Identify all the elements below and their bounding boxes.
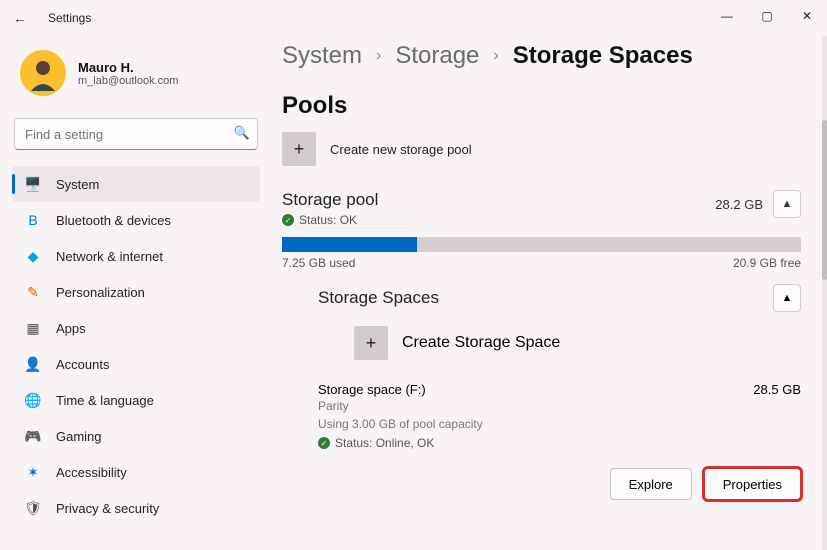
sidebar-item-label: System xyxy=(56,177,99,192)
usage-bar xyxy=(282,237,801,252)
chevron-up-icon: ▲ xyxy=(782,198,793,210)
check-icon: ✓ xyxy=(318,437,330,449)
sidebar-item-label: Personalization xyxy=(56,285,145,300)
sidebar-item-label: Bluetooth & devices xyxy=(56,213,171,228)
sidebar-item-label: Gaming xyxy=(56,429,102,444)
sidebar-item-system[interactable]: 🖥️ System xyxy=(12,166,260,202)
sidebar-item-gaming[interactable]: 🎮 Gaming xyxy=(12,418,260,454)
sidebar-icon: ✎ xyxy=(24,283,42,301)
sidebar-icon: 🎮 xyxy=(24,427,42,445)
scrollbar-track xyxy=(822,36,827,550)
sidebar-item-label: Accessibility xyxy=(56,465,127,480)
sidebar-icon: 👤 xyxy=(24,355,42,373)
plus-icon[interactable]: + xyxy=(282,132,316,166)
pool-size: 28.2 GB xyxy=(715,197,763,212)
sidebar-icon: 🖥️ xyxy=(24,175,42,193)
maximize-button[interactable]: ▢ xyxy=(747,0,787,32)
search-icon: 🔍 xyxy=(234,125,250,141)
minimize-button[interactable]: ― xyxy=(707,0,747,32)
profile-block[interactable]: Mauro H. m_lab@outlook.com xyxy=(12,44,260,114)
space-size: 28.5 GB xyxy=(753,382,801,397)
create-pool-label: Create new storage pool xyxy=(330,142,472,157)
chevron-up-icon: ▲ xyxy=(782,292,793,304)
explore-button[interactable]: Explore xyxy=(610,468,692,500)
usage-bar-fill xyxy=(282,237,417,252)
sidebar-icon: ▦ xyxy=(24,319,42,337)
pool-status: Status: OK xyxy=(299,213,357,227)
sidebar-icon: ✶ xyxy=(24,463,42,481)
space-usage: Using 3.00 GB of pool capacity xyxy=(318,415,801,433)
collapse-pool-button[interactable]: ▲ xyxy=(773,190,801,218)
breadcrumb: System › Storage › Storage Spaces xyxy=(282,42,801,70)
sidebar-item-label: Privacy & security xyxy=(56,501,159,516)
sidebar-icon: B xyxy=(24,211,42,229)
free-label: 20.9 GB free xyxy=(733,256,801,270)
chevron-right-icon: › xyxy=(493,47,498,65)
space-name: Storage space (F:) xyxy=(318,382,426,397)
back-button[interactable]: ← xyxy=(8,10,32,26)
sidebar-item-privacy-security[interactable]: 🛡 Privacy & security xyxy=(12,490,260,526)
pools-heading: Pools xyxy=(282,92,801,120)
space-type: Parity xyxy=(318,397,801,415)
sidebar-item-network-internet[interactable]: ◆ Network & internet xyxy=(12,238,260,274)
check-icon: ✓ xyxy=(282,214,294,226)
search-input[interactable] xyxy=(14,118,258,150)
space-item[interactable]: Storage space (F:) 28.5 GB Parity Using … xyxy=(318,382,801,450)
sidebar-item-label: Apps xyxy=(56,321,86,336)
nav-list: 🖥️ System B Bluetooth & devices ◆ Network & i… xyxy=(12,166,260,526)
sidebar-icon: 🌐 xyxy=(24,391,42,409)
sidebar-item-label: Network & internet xyxy=(56,249,163,264)
create-space-label: Create Storage Space xyxy=(402,334,560,352)
pool-header: Storage pool ✓ Status: OK 28.2 GB ▲ xyxy=(282,190,801,227)
space-status: Status: Online, OK xyxy=(335,436,434,450)
create-pool-row[interactable]: + Create new storage pool xyxy=(282,132,801,166)
sidebar-item-accounts[interactable]: 👤 Accounts xyxy=(12,346,260,382)
chevron-right-icon: › xyxy=(376,47,381,65)
main-content: System › Storage › Storage Spaces Pools … xyxy=(272,36,827,550)
plus-icon[interactable]: + xyxy=(354,326,388,360)
sidebar-item-label: Accounts xyxy=(56,357,109,372)
pool-name: Storage pool xyxy=(282,190,378,210)
profile-name: Mauro H. xyxy=(78,60,178,75)
properties-button[interactable]: Properties xyxy=(704,468,801,500)
sidebar-item-accessibility[interactable]: ✶ Accessibility xyxy=(12,454,260,490)
spaces-heading: Storage Spaces xyxy=(318,288,439,308)
scrollbar-thumb[interactable] xyxy=(822,120,827,280)
window-title: Settings xyxy=(48,11,91,25)
sidebar: Mauro H. m_lab@outlook.com 🔍 🖥️ System B Bl… xyxy=(0,36,272,550)
close-button[interactable]: ✕ xyxy=(787,0,827,32)
create-space-row[interactable]: + Create Storage Space xyxy=(354,326,801,360)
breadcrumb-storage[interactable]: Storage xyxy=(395,42,479,70)
breadcrumb-current: Storage Spaces xyxy=(513,42,693,70)
used-label: 7.25 GB used xyxy=(282,256,355,270)
sidebar-item-apps[interactable]: ▦ Apps xyxy=(12,310,260,346)
sidebar-icon: ◆ xyxy=(24,247,42,265)
search-box: 🔍 xyxy=(14,118,258,150)
sidebar-item-time-language[interactable]: 🌐 Time & language xyxy=(12,382,260,418)
sidebar-item-label: Time & language xyxy=(56,393,154,408)
profile-email: m_lab@outlook.com xyxy=(78,75,178,87)
avatar xyxy=(20,50,66,96)
sidebar-icon: 🛡 xyxy=(24,499,42,517)
sidebar-item-personalization[interactable]: ✎ Personalization xyxy=(12,274,260,310)
sidebar-item-bluetooth-devices[interactable]: B Bluetooth & devices xyxy=(12,202,260,238)
breadcrumb-system[interactable]: System xyxy=(282,42,362,70)
collapse-spaces-button[interactable]: ▲ xyxy=(773,284,801,312)
